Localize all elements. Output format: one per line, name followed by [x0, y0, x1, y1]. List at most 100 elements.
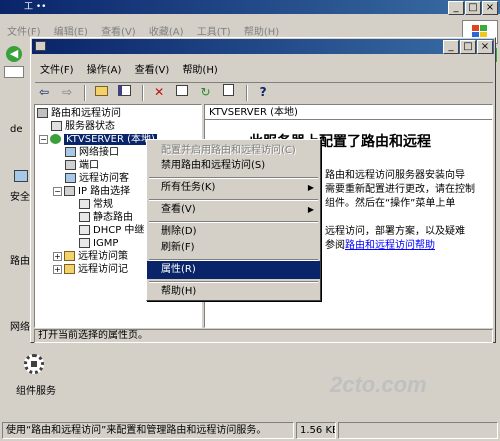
mmc-menu-help[interactable]: 帮助(H) — [177, 62, 222, 80]
forward-arrow-icon[interactable]: ⇨ — [58, 83, 76, 101]
submenu-arrow-icon: ▶ — [307, 205, 314, 214]
mmc-menu-view[interactable]: 查看(V) — [130, 62, 175, 80]
mmc-menu-file[interactable]: 文件(F) — [35, 62, 79, 80]
menu-view[interactable]: 查看(V) ▶ — [147, 201, 320, 219]
tree-label: 网络接口 — [79, 147, 119, 158]
tree-label: 远程访问策 — [78, 251, 128, 262]
context-menu: 配置并启用路由和远程访问(C) 禁用路由和远程访问(S) 所有任务(K) ▶ 查看… — [146, 139, 321, 301]
expand-icon[interactable]: + — [53, 265, 62, 274]
tree-label: 常规 — [93, 199, 113, 210]
collapse-icon[interactable]: − — [53, 187, 62, 196]
maximize-button[interactable]: □ — [465, 1, 481, 15]
mmc-maximize-button[interactable]: □ — [460, 40, 476, 54]
menu-disable-routing[interactable]: 禁用路由和远程访问(S) — [147, 157, 320, 175]
detail-line: 组件。然后在“操作”菜单上单 — [325, 198, 456, 209]
minimize-button[interactable]: _ — [448, 1, 464, 15]
tree-item-ports[interactable]: 端口 — [65, 159, 99, 172]
ip-routing-icon — [64, 186, 75, 196]
mmc-app-icon — [35, 41, 46, 51]
tree-item-root[interactable]: 路由和远程访问 — [37, 107, 121, 120]
tree-label: IGMP — [93, 238, 119, 249]
refresh-icon[interactable]: ↻ — [197, 83, 215, 101]
help-icon[interactable]: ? — [254, 83, 272, 101]
menu-view-label: 查看(V) — [161, 204, 196, 215]
computer-icon — [37, 108, 48, 118]
network-interface-icon — [65, 147, 76, 157]
mmc-titlebar — [32, 39, 494, 54]
routing-help-link[interactable]: 路由和远程访问帮助 — [345, 240, 435, 251]
dhcp-relay-icon — [79, 225, 90, 235]
export-list-icon[interactable] — [220, 83, 238, 101]
collapse-icon[interactable]: − — [39, 135, 48, 144]
tree-item-server-status[interactable]: 服务器状态 — [51, 120, 115, 133]
outer-titlebar: 工 •• — [0, 0, 500, 14]
server-status-icon — [51, 121, 62, 131]
detail-line — [325, 211, 475, 225]
remote-clients-icon — [65, 173, 76, 183]
outer-left-label-3: 路由 — [10, 256, 30, 267]
mmc-close-button[interactable]: × — [477, 40, 493, 54]
properties-icon[interactable] — [173, 83, 191, 101]
tree-label: 远程访问记 — [78, 264, 128, 275]
address-field[interactable] — [4, 66, 24, 78]
show-tree-icon[interactable] — [116, 83, 134, 101]
tree-item-general[interactable]: 常规 — [79, 198, 113, 211]
tree-label: KTVSERVER (本地) — [64, 134, 157, 145]
ports-icon — [65, 160, 76, 170]
tree-label: 服务器状态 — [65, 121, 115, 132]
detail-header: KTVSERVER (本地) — [205, 105, 492, 120]
detail-line: 需要重新配置进行更改，请在控制 — [325, 184, 475, 195]
tree-item-remote-policies[interactable]: + 远程访问策 — [53, 250, 128, 263]
igmp-icon — [79, 238, 90, 248]
tree-label: DHCP 中继 — [93, 225, 145, 236]
component-services-label[interactable]: 组件服务 — [16, 382, 56, 397]
tree-item-network-interfaces[interactable]: 网络接口 — [65, 146, 119, 159]
submenu-arrow-icon: ▶ — [307, 183, 314, 192]
mmc-menubar: 文件(F) 操作(A) 查看(V) 帮助(H) — [35, 62, 223, 80]
general-icon — [79, 199, 90, 209]
tree-label: 路由和远程访问 — [51, 108, 121, 119]
detail-line: 远程访问，部署方案，以及疑难 — [325, 226, 465, 237]
close-button[interactable]: × — [482, 1, 498, 15]
mmc-status-text: 打开当前选择的属性页。 — [34, 329, 493, 343]
menu-refresh[interactable]: 刷新(F) — [147, 239, 320, 257]
static-routes-icon — [79, 212, 90, 222]
tree-item-igmp[interactable]: IGMP — [79, 237, 118, 250]
mmc-minimize-button[interactable]: _ — [443, 40, 459, 54]
tree-label: 端口 — [79, 160, 99, 171]
tree-item-ip-routing[interactable]: − IP 路由选择 — [53, 185, 130, 198]
back-arrow-icon[interactable]: ⇦ — [35, 83, 53, 101]
outer-left-label-4: 网络 — [10, 322, 30, 333]
back-icon[interactable]: ◀ — [6, 46, 22, 62]
mmc-menu-action[interactable]: 操作(A) — [82, 62, 127, 80]
log-folder-icon — [64, 264, 75, 274]
tree-item-ktvserver[interactable]: − KTVSERVER (本地) — [39, 133, 157, 146]
outer-left-label-2: 安全 — [10, 192, 30, 203]
menu-all-tasks-label: 所有任务(K) — [161, 182, 216, 193]
delete-icon[interactable]: ✕ — [150, 83, 168, 101]
monitor-icon — [14, 170, 28, 182]
tree-item-static-routes[interactable]: 静态路由 — [79, 211, 133, 224]
server-running-icon — [50, 134, 61, 144]
menu-properties[interactable]: 属性(R) — [147, 261, 320, 279]
component-services-icon[interactable] — [22, 352, 46, 376]
tree-label: 静态路由 — [93, 212, 133, 223]
tree-item-dhcp-relay[interactable]: DHCP 中继 — [79, 224, 144, 237]
up-folder-icon[interactable] — [93, 83, 111, 101]
expand-icon[interactable]: + — [53, 252, 62, 261]
mmc-toolbar: ⇦ ⇨ ✕ ↻ ? — [35, 82, 493, 102]
menu-help[interactable]: 帮助(H) — [147, 283, 320, 301]
detail-line: 路由和远程访问服务器安装向导 — [325, 170, 465, 181]
tree-label: 远程访问客 — [79, 173, 129, 184]
tree-item-remote-logging[interactable]: + 远程访问记 — [53, 263, 128, 276]
watermark: 2cto.com — [330, 372, 427, 397]
tree-item-remote-clients[interactable]: 远程访问客 — [65, 172, 129, 185]
outer-status-text: 使用“路由和远程访问”来配置和管理路由和远程访问服务。 — [2, 422, 294, 439]
outer-status-zone — [338, 422, 498, 439]
policy-folder-icon — [64, 251, 75, 261]
detail-text: 路由和远程访问服务器安装向导 需要重新配置进行更改，请在控制 组件。然后在“操作… — [325, 169, 475, 253]
menu-all-tasks[interactable]: 所有任务(K) ▶ — [147, 179, 320, 197]
outer-window-title: 工 •• — [24, 2, 47, 12]
detail-link-prefix: 参阅 — [325, 240, 345, 251]
tree-label: IP 路由选择 — [78, 186, 131, 197]
